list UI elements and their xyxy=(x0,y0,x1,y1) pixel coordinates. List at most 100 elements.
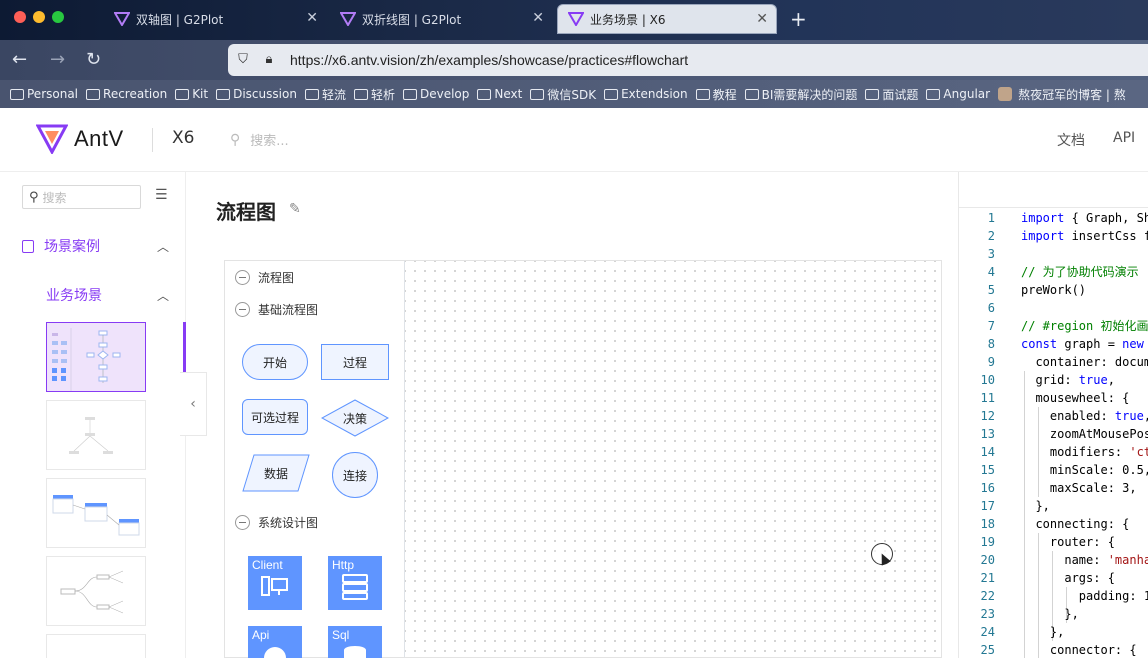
arrow-left-icon[interactable]: ← xyxy=(12,49,27,70)
close-tab-icon[interactable]: ✕ xyxy=(306,10,318,26)
example-thumbnail-dag[interactable] xyxy=(46,400,146,470)
bookmark-folder[interactable]: Next xyxy=(477,87,522,101)
chevron-up-icon[interactable]: ︿ xyxy=(157,287,169,304)
bookmark-folder[interactable]: 面试题 xyxy=(865,86,918,103)
line-number: 11 xyxy=(980,391,995,405)
brand-name: AntV xyxy=(74,126,124,151)
bookmark-folder[interactable]: Recreation xyxy=(86,87,167,101)
bookmark-folder[interactable]: 轻析 xyxy=(353,86,395,103)
shield-icon[interactable]: ⛉ xyxy=(236,53,250,67)
close-window-button[interactable] xyxy=(14,11,26,23)
bookmark-label: Kit xyxy=(192,87,209,101)
code-text: }, xyxy=(1021,625,1065,639)
stencil-node-start[interactable]: 开始 xyxy=(242,344,308,380)
line-number: 4 xyxy=(987,265,995,279)
bookmark-folder[interactable]: Develop xyxy=(402,87,469,101)
stencil-node-api[interactable]: Api xyxy=(248,626,302,658)
folder-icon xyxy=(530,88,545,100)
bookmark-label: 轻流 xyxy=(321,87,346,102)
example-thumbnail-flowchart[interactable] xyxy=(46,322,146,392)
example-thumbnail-mindmap[interactable] xyxy=(46,556,146,626)
chevron-left-icon: ‹ xyxy=(190,396,196,412)
line-number: 3 xyxy=(987,247,995,261)
antv-logo[interactable]: AntV xyxy=(36,124,124,154)
product-name[interactable]: X6 xyxy=(172,128,194,148)
code-text: // #region 初始化画 xyxy=(1021,319,1148,333)
code-text: // 为了协助代码演示 xyxy=(1021,265,1139,279)
stencil-node-http[interactable]: Http xyxy=(328,556,382,610)
bookmark-folder[interactable]: Personal xyxy=(10,87,78,101)
sidebar-category-showcase[interactable]: 场景案例 xyxy=(22,236,100,256)
stencil-group-root[interactable]: 流程图 xyxy=(235,269,294,286)
bookmark-link[interactable]: 熬夜冠军的博客 | 熬 xyxy=(998,86,1126,103)
antv-logo-icon xyxy=(114,12,130,26)
plus-icon[interactable]: + xyxy=(790,7,807,31)
example-thumbnail[interactable] xyxy=(46,634,146,658)
stencil-group-system[interactable]: 系统设计图 xyxy=(235,514,318,531)
reload-icon[interactable]: ↻ xyxy=(86,49,101,70)
code-editor[interactable]: 1 import { Graph, Sh 2 import insertCss f 3 4… xyxy=(959,209,1148,658)
collapse-icon[interactable] xyxy=(235,515,250,530)
code-text: modifiers: 'ct xyxy=(1021,445,1148,459)
stencil-node-connector[interactable]: 连接 xyxy=(332,452,378,498)
bookmark-folder[interactable]: Angular xyxy=(926,87,990,101)
line-number: 10 xyxy=(980,373,995,387)
chevron-up-icon[interactable]: ︿ xyxy=(157,238,169,255)
bookmark-folder[interactable]: Discussion xyxy=(216,87,297,101)
bookmark-label: Discussion xyxy=(233,87,297,101)
node-label: Client xyxy=(252,558,283,572)
address-bar[interactable]: ⛉ 🔒︎ https://x6.antv.vision/zh/examples/… xyxy=(228,44,1148,76)
line-number: 19 xyxy=(980,535,995,549)
stencil-node-data[interactable]: 数据 xyxy=(242,454,310,492)
sidebar-search-input[interactable]: ⚲ 搜索 xyxy=(22,185,141,209)
tab-g2plot-dual-axes[interactable]: 双轴图 | G2Plot ✕ xyxy=(104,4,326,34)
nav-api[interactable]: API xyxy=(1113,130,1135,146)
nav-docs[interactable]: 文档 xyxy=(1057,130,1085,150)
tab-g2plot-dual-line[interactable]: 双折线图 | G2Plot ✕ xyxy=(330,4,552,34)
arrow-right-icon[interactable]: → xyxy=(50,49,65,70)
sort-icon[interactable]: ☰ xyxy=(155,187,168,203)
node-label: Http xyxy=(332,558,355,572)
code-text: args: { xyxy=(1021,571,1115,585)
line-number: 15 xyxy=(980,463,995,477)
antv-logo-icon xyxy=(340,12,356,26)
edit-icon[interactable]: ✎ xyxy=(289,201,301,217)
sidebar-subcategory-practices[interactable]: 业务场景 xyxy=(46,285,102,305)
line-number: 14 xyxy=(980,445,995,459)
lock-icon[interactable]: 🔒︎ xyxy=(262,53,276,67)
site-search[interactable]: ⚲ 搜索... xyxy=(230,130,289,150)
stencil-node-process[interactable]: 过程 xyxy=(321,344,389,380)
close-tab-icon[interactable]: ✕ xyxy=(756,11,768,27)
zoom-window-button[interactable] xyxy=(52,11,64,23)
collapse-sidebar-button[interactable]: ‹ xyxy=(180,372,207,436)
antv-logo-icon xyxy=(568,12,584,26)
bookmark-folder[interactable]: 轻流 xyxy=(304,86,346,103)
graph-canvas[interactable] xyxy=(405,260,942,658)
bookmark-folder[interactable]: Kit xyxy=(175,87,208,101)
code-text: zoomAtMousePos xyxy=(1021,427,1148,441)
tab-x6-showcase[interactable]: 业务场景 | X6 ✕ xyxy=(557,4,777,34)
bookmark-folder[interactable]: BI需要解决的问题 xyxy=(744,86,857,103)
stencil-node-optional-process[interactable]: 可选过程 xyxy=(242,399,308,435)
case-icon xyxy=(22,239,34,253)
url-text[interactable]: https://x6.antv.vision/zh/examples/showc… xyxy=(290,52,688,68)
minimize-window-button[interactable] xyxy=(33,11,45,23)
bookmark-folder[interactable]: 微信SDK xyxy=(530,86,596,103)
stencil-group-basic[interactable]: 基础流程图 xyxy=(235,301,318,318)
code-toolbar-border xyxy=(959,207,1148,208)
folder-icon xyxy=(477,88,492,100)
code-text: const graph = new xyxy=(1021,337,1144,351)
example-thumbnail-er[interactable] xyxy=(46,478,146,548)
collapse-icon[interactable] xyxy=(235,270,250,285)
stencil-node-decision[interactable]: 决策 xyxy=(321,399,389,437)
bookmark-folder[interactable]: 教程 xyxy=(695,86,737,103)
folder-icon xyxy=(175,88,190,100)
bookmark-folder[interactable]: Extendsion xyxy=(604,87,688,101)
collapse-icon[interactable] xyxy=(235,302,250,317)
search-icon: ⚲ xyxy=(29,189,39,205)
close-tab-icon[interactable]: ✕ xyxy=(532,10,544,26)
stencil-node-client[interactable]: Client xyxy=(248,556,302,610)
stencil-node-sql[interactable]: Sql xyxy=(328,626,382,658)
line-number: 2 xyxy=(987,229,995,243)
examples-sidebar: ⚲ 搜索 ☰ 场景案例 ︿ 业务场景 ︿ xyxy=(0,172,186,658)
